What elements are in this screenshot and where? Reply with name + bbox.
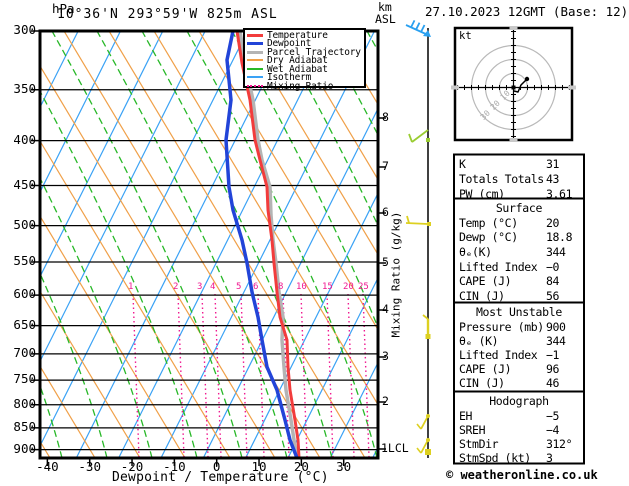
- table-row-value: 312°: [546, 436, 573, 451]
- table-row-value: 84: [546, 274, 560, 289]
- pressure-tick-label: 600: [13, 286, 36, 302]
- legend-sample-line: [247, 42, 263, 46]
- page-title: 10°36'N 293°59'W 825m ASL: [57, 7, 278, 22]
- hodograph-unit-label: kt: [459, 30, 472, 42]
- table-row-label: PW (cm): [459, 187, 505, 201]
- pressure-tick-label: 550: [13, 252, 36, 268]
- mixing-ratio-value-label: 6: [253, 282, 259, 292]
- mixing-ratio-value-label: 25: [358, 282, 369, 292]
- pressure-tick-label: 400: [13, 131, 36, 147]
- pressure-tick-label: 750: [13, 371, 36, 387]
- table-row-label: Totals Totals: [459, 172, 544, 186]
- table-row-value: 18.8: [546, 230, 573, 245]
- table-section-title: Most Unstable: [475, 305, 563, 319]
- pressure-tick-label: 800: [13, 395, 36, 411]
- table-row-label: EH: [459, 408, 473, 423]
- table-row-label: θₑ(K): [459, 244, 492, 259]
- pressure-tick-label: 450: [13, 176, 36, 192]
- mixing-ratio-lines: [132, 293, 370, 457]
- pressure-tick-label: 850: [13, 418, 36, 434]
- km-tick-label: 5: [382, 255, 389, 269]
- table-row-label: Pressure (mb): [459, 319, 544, 334]
- legend-sample-line: [247, 59, 263, 62]
- legend-sample-line: [247, 67, 263, 70]
- temp-tick-label: 20: [293, 459, 309, 474]
- temp-tick-label: -20: [120, 459, 144, 474]
- table-row-label: SREH: [459, 422, 486, 437]
- km-tick-label: 8: [382, 110, 389, 124]
- km-tick-label: 3: [382, 349, 389, 363]
- mixing-ratio-value-label: 10: [296, 282, 307, 292]
- table-row-label: K: [459, 157, 466, 171]
- temp-tick-label: -30: [78, 459, 101, 474]
- table-row-value: 46: [546, 375, 560, 390]
- pressure-tick-label: 900: [13, 440, 36, 456]
- mixing-ratio-value-label: 1: [128, 282, 134, 292]
- copyright-credit: © weatheronline.co.uk: [446, 468, 598, 482]
- table-row-label: θₑ (K): [459, 333, 499, 348]
- table-row-value: 344: [546, 333, 566, 348]
- table-row-label: StmDir: [459, 436, 499, 451]
- legend-sample-line: [247, 33, 263, 37]
- table-section-title: Surface: [495, 201, 543, 215]
- table-row-value: −0: [546, 259, 560, 274]
- pressure-tick-label: 700: [13, 344, 36, 360]
- mixing-ratio-value-label: 2: [173, 282, 179, 292]
- table-row-label: CAPE (J): [459, 361, 512, 376]
- table-row-label: Lifted Index: [459, 347, 538, 362]
- table-row-value: −1: [546, 347, 560, 362]
- legend-item-label: Mixing Ratio: [267, 80, 334, 92]
- mixing-ratio-value-label: 20: [343, 282, 354, 292]
- table-row-value: 43: [546, 172, 560, 186]
- mixing-ratio-value-label: 3: [197, 282, 203, 292]
- temp-tick-label: -40: [36, 459, 59, 474]
- legend-sample-line: [247, 50, 263, 54]
- wind-barb-column: [405, 19, 431, 458]
- km-tick-label: 4: [382, 302, 389, 316]
- legend-sample-line: [247, 76, 263, 79]
- lcl-label: 1LCL: [381, 441, 409, 455]
- table-row-label: Temp (°C): [459, 215, 518, 230]
- table-row-value: −5: [546, 408, 560, 423]
- mixing-ratio-value-label: 5: [236, 282, 242, 292]
- table-row-label: CIN (J): [459, 375, 505, 390]
- table-row-value: −4: [546, 422, 560, 437]
- table-row-value: 3.61: [546, 187, 573, 201]
- hodograph-plot: 102030: [451, 26, 576, 142]
- temp-tick-label: 10: [251, 459, 267, 474]
- pressure-tick-label: 650: [13, 316, 36, 332]
- table-row-label: Dewp (°C): [459, 230, 518, 245]
- km-tick-label: 6: [382, 205, 389, 219]
- mixing-ratio-value-label: 4: [210, 282, 216, 292]
- mixing-ratio-axis-label: Mixing Ratio (g/kg): [389, 211, 403, 338]
- table-row-value: 344: [546, 244, 566, 259]
- table-row-value: 56: [546, 289, 560, 303]
- table-row-label: StmSpd (kt): [459, 450, 531, 465]
- temp-tick-label: -10: [163, 459, 186, 474]
- skewt-sounding-screenshot: 10 20 30 hPa 10°36'N 293°59'W 825m ASL km …: [0, 0, 629, 486]
- table-section-title: Hodograph: [489, 394, 549, 408]
- table-row-value: 3: [546, 450, 553, 465]
- table-row-label: CIN (J): [459, 289, 505, 303]
- pressure-tick-label: 500: [13, 216, 36, 232]
- pressure-tick-label: 350: [13, 80, 36, 96]
- pressure-tick-label: 300: [13, 22, 36, 37]
- datetime-label: 27.10.2023 12GMT (Base: 12): [425, 4, 629, 19]
- table-row-value: 96: [546, 361, 560, 376]
- km-tick-label: 7: [382, 159, 389, 173]
- temp-tick-label: 30: [336, 459, 352, 474]
- table-row-value: 900: [546, 319, 566, 334]
- mixing-ratio-value-label: 15: [322, 282, 333, 292]
- mixing-ratio-value-label: 8: [278, 282, 284, 292]
- table-row-value: 20: [546, 215, 560, 230]
- table-row-value: 31: [546, 157, 560, 171]
- temp-tick-label: 0: [212, 459, 221, 474]
- table-row-label: CAPE (J): [459, 274, 512, 289]
- altitude-unit-asl: ASL: [375, 12, 396, 26]
- legend-sample-line: [247, 84, 263, 87]
- km-tick-label: 2: [382, 394, 389, 408]
- table-row-label: Lifted Index: [459, 259, 538, 274]
